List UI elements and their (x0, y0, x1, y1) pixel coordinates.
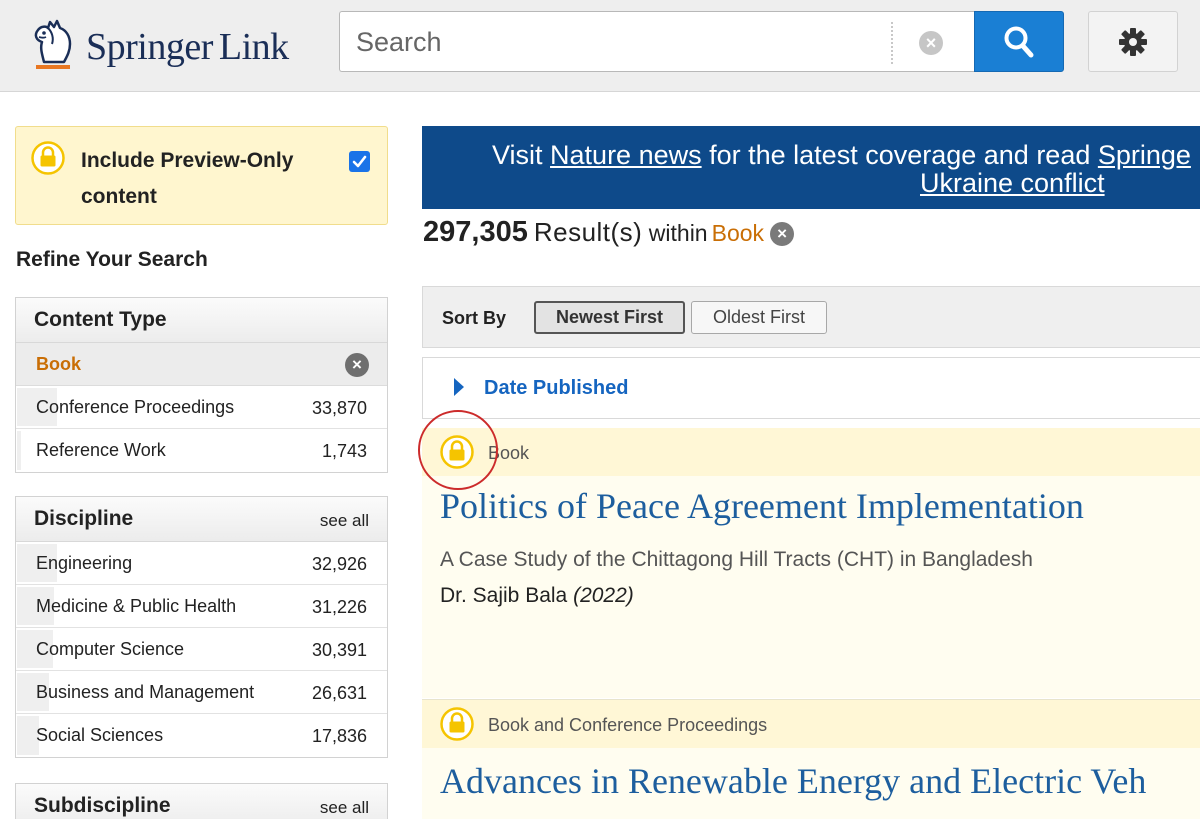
springer-horse-icon (34, 19, 72, 69)
result-item: Book and Conference Proceedings Advances… (422, 699, 1200, 819)
result-authors: Dr. Sajib Bala (2022) (440, 584, 634, 608)
result-type-label: Book and Conference Proceedings (488, 715, 768, 735)
content-type-facet: Content Type Book × Conference Proceedin… (15, 297, 388, 473)
springer-link[interactable]: Springe (1098, 140, 1191, 170)
facet-item-business-management[interactable]: Business and Management 26,631 (16, 671, 387, 714)
facet-item-count: 1,743 (321, 441, 367, 461)
lock-icon (440, 707, 474, 741)
search-icon (1004, 26, 1034, 58)
content-type-selected-book[interactable]: Book × (16, 343, 387, 386)
site-header: SpringerLink × (0, 0, 1200, 92)
preview-only-checkbox[interactable] (349, 151, 370, 172)
facet-item-label: Medicine & Public Health (36, 596, 237, 616)
facet-item-label: Reference Work (36, 440, 166, 460)
gear-icon (1119, 28, 1147, 56)
facet-item-label: Computer Science (36, 639, 185, 659)
clear-search-icon[interactable]: × (919, 31, 943, 55)
subdiscipline-see-all-link[interactable]: see all (320, 798, 369, 818)
facet-item-count: 32,926 (311, 554, 367, 574)
result-item: Book Politics of Peace Agreement Impleme… (422, 428, 1200, 698)
subdiscipline-facet: Subdiscipline see all (15, 783, 388, 819)
springer-link-logo[interactable]: Springer Link (30, 16, 310, 72)
date-published-label: Date Published (484, 377, 629, 399)
preview-only-label: Include Preview-Only content (81, 149, 294, 208)
lock-icon (440, 435, 474, 469)
facet-item-medicine-public-health[interactable]: Medicine & Public Health 31,226 (16, 585, 387, 628)
expand-triangle-icon (454, 378, 464, 396)
result-type-strip (422, 428, 1200, 476)
facet-item-engineering[interactable]: Engineering 32,926 (16, 542, 387, 585)
preview-only-toggle: Include Preview-Only content (15, 126, 388, 225)
search-input[interactable] (356, 22, 876, 62)
sort-oldest-first-button[interactable]: Oldest First (691, 301, 827, 334)
facet-item-social-sciences[interactable]: Social Sciences 17,836 (16, 714, 387, 757)
settings-button[interactable] (1088, 11, 1178, 72)
banner-middle: for the latest coverage and read (701, 140, 1098, 170)
facet-item-reference-work[interactable]: Reference Work 1,743 (16, 429, 387, 472)
selected-filter-label: Book (36, 354, 81, 374)
facet-item-count: 31,226 (311, 597, 367, 617)
brand-suffix: Link (218, 26, 289, 68)
result-subtitle: A Case Study of the Chittagong Hill Trac… (440, 548, 1033, 571)
search-divider (891, 22, 893, 64)
subdiscipline-title: Subdiscipline (34, 794, 171, 817)
facet-item-label: Engineering (36, 553, 133, 573)
facet-bar (17, 431, 21, 470)
remove-scope-icon[interactable]: × (770, 222, 795, 246)
facet-item-label: Social Sciences (36, 725, 164, 745)
sort-newest-first-button[interactable]: Newest First (534, 301, 685, 334)
facet-item-computer-science[interactable]: Computer Science 30,391 (16, 628, 387, 671)
facet-item-count: 30,391 (311, 640, 367, 660)
facet-item-count: 17,836 (311, 726, 367, 746)
sort-by-label: Sort By (442, 308, 507, 328)
banner-line-1: Visit Nature news for the latest coverag… (492, 140, 1191, 171)
refine-search-heading: Refine Your Search (16, 248, 208, 271)
sort-bar: Sort By Newest First Oldest First (422, 286, 1200, 348)
date-published-filter[interactable]: Date Published (422, 357, 1200, 419)
results-word: Result(s) (533, 217, 643, 247)
result-year: (2022) (573, 584, 634, 607)
facet-item-conference-proceedings[interactable]: Conference Proceedings 33,870 (16, 386, 387, 429)
result-title-link[interactable]: Advances in Renewable Energy and Electri… (440, 760, 1146, 802)
discipline-title: Discipline (34, 507, 134, 530)
facet-item-count: 33,870 (311, 398, 367, 418)
discipline-facet: Discipline see all Engineering 32,926 Me… (15, 496, 388, 758)
results-summary: 297,305 Result(s) within Book × (423, 216, 795, 249)
results-within: within (648, 220, 708, 246)
banner-line-2: Ukraine conflict (920, 168, 1105, 199)
facet-header: Content Type (16, 298, 387, 343)
results-scope: Book (711, 220, 765, 246)
content-type-title: Content Type (34, 308, 167, 331)
discipline-see-all-link[interactable]: see all (320, 511, 369, 531)
search-button[interactable] (974, 11, 1064, 72)
result-type-label: Book (488, 443, 530, 463)
remove-filter-icon[interactable]: × (345, 353, 369, 377)
search-box: × (339, 11, 975, 72)
brand-name: Springer (86, 26, 213, 68)
brand-wordmark: Springer Link (86, 25, 289, 69)
facet-item-count: 26,631 (311, 683, 367, 703)
facet-item-label: Conference Proceedings (36, 397, 235, 417)
nature-news-link[interactable]: Nature news (550, 140, 702, 170)
facet-header: Discipline see all (16, 497, 387, 542)
checkmark-icon (352, 155, 367, 168)
ukraine-conflict-link[interactable]: Ukraine conflict (920, 168, 1105, 198)
facet-item-label: Business and Management (36, 682, 255, 702)
news-banner: Visit Nature news for the latest coverag… (422, 126, 1200, 209)
lock-icon (31, 141, 65, 175)
result-author[interactable]: Dr. Sajib Bala (440, 584, 567, 607)
banner-prefix: Visit (492, 140, 551, 170)
results-count: 297,305 (423, 216, 528, 248)
facet-header: Subdiscipline see all (16, 784, 387, 819)
result-title-link[interactable]: Politics of Peace Agreement Implementati… (440, 485, 1084, 527)
